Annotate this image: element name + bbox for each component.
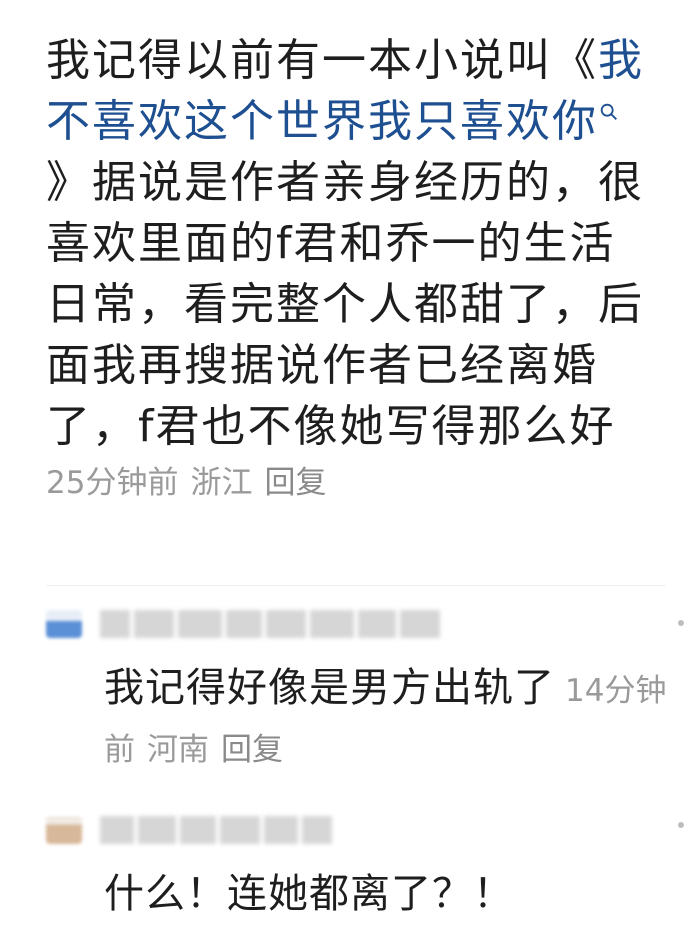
comment-text-after: 据说是作者亲身经历的，很喜欢里面的f君和乔一的生活日常，看完整个人都甜了，后面我… xyxy=(46,157,644,452)
book-title-close: 》 xyxy=(46,157,92,208)
reply-body: 什么！连她都离了？！ xyxy=(104,866,686,922)
reply-comment: 我记得好像是男方出轨了 14分钟前 河南 回复 xyxy=(46,602,686,778)
edge-dot xyxy=(678,822,684,828)
reply-comment: 什么！连她都离了？！ xyxy=(46,808,686,922)
reply-button[interactable]: 回复 xyxy=(221,732,283,768)
username-blurred[interactable] xyxy=(100,816,332,844)
comment-meta: 25分钟前 浙江 回复 xyxy=(46,463,656,503)
reply-location: 河南 xyxy=(147,732,209,768)
comment-text-before: 我记得以前有一本小说叫 xyxy=(46,35,552,86)
edge-dot xyxy=(678,620,684,626)
book-title-open: 《 xyxy=(552,35,598,86)
avatar[interactable] xyxy=(46,610,82,638)
reply-text: 我记得好像是男方出轨了 xyxy=(104,665,555,711)
reply-header xyxy=(46,602,686,646)
reply-text: 什么！连她都离了？！ xyxy=(104,871,514,917)
comment-time: 25分钟前 xyxy=(46,465,179,501)
search-icon[interactable] xyxy=(598,91,620,131)
main-comment: 我记得以前有一本小说叫《我不喜欢这个世界我只喜欢你》据说是作者亲身经历的，很喜欢… xyxy=(46,30,656,503)
comment-location: 浙江 xyxy=(190,465,253,501)
divider xyxy=(46,585,666,586)
reply-body: 我记得好像是男方出轨了 14分钟前 河南 回复 xyxy=(104,660,686,778)
reply-button[interactable]: 回复 xyxy=(264,465,326,501)
reply-header xyxy=(46,808,686,852)
username-blurred[interactable] xyxy=(100,610,440,638)
comment-body: 我记得以前有一本小说叫《我不喜欢这个世界我只喜欢你》据说是作者亲身经历的，很喜欢… xyxy=(46,30,656,457)
avatar[interactable] xyxy=(46,816,82,844)
